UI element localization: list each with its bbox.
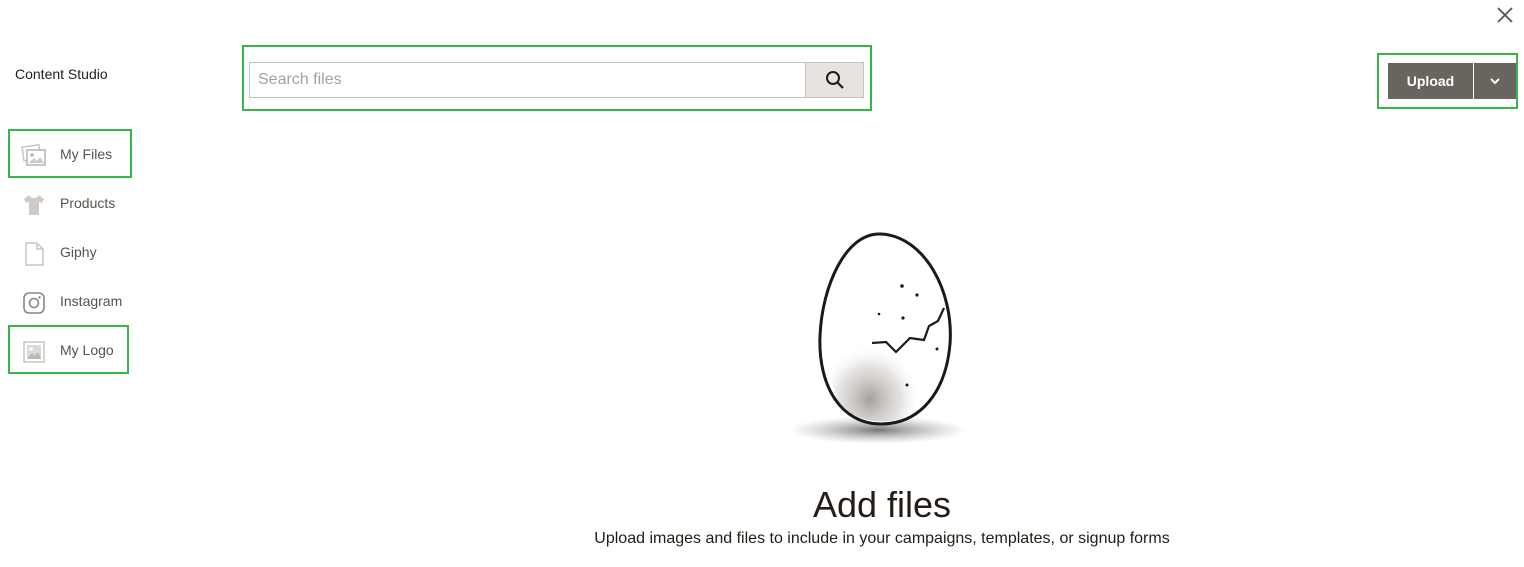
- sidebar-item-label: My Files: [60, 145, 113, 162]
- document-icon: [21, 241, 47, 267]
- search-bar: [242, 45, 872, 111]
- tshirt-icon: [21, 192, 47, 218]
- search-button[interactable]: [805, 62, 864, 98]
- upload-button[interactable]: Upload: [1388, 63, 1473, 99]
- logo-image-icon: [21, 339, 47, 365]
- upload-button-group: Upload: [1377, 53, 1518, 109]
- sidebar-item-my-files[interactable]: My Files: [8, 129, 132, 178]
- empty-state-subtitle: Upload images and files to include in yo…: [594, 530, 1170, 547]
- images-icon: [21, 143, 47, 169]
- sidebar-nav: My Files Products Giphy Instagram My Log…: [8, 129, 148, 374]
- sidebar-item-label: Products: [60, 194, 116, 211]
- sidebar-item-label: Giphy: [60, 243, 97, 260]
- sidebar-item-label: Instagram: [60, 292, 123, 309]
- app-title: Content Studio: [15, 66, 108, 82]
- upload-dropdown-button[interactable]: [1474, 63, 1516, 99]
- sidebar-item-my-logo[interactable]: My Logo: [8, 325, 129, 374]
- content-studio-page: Content Studio My Files Products Giphy I…: [0, 0, 1524, 567]
- cracked-egg-illustration: [788, 232, 968, 444]
- sidebar-item-label: My Logo: [60, 341, 114, 358]
- sidebar-item-giphy[interactable]: Giphy: [8, 227, 148, 276]
- sidebar-item-products[interactable]: Products: [8, 178, 148, 227]
- chevron-down-icon: [1490, 78, 1500, 85]
- sidebar-item-instagram[interactable]: Instagram: [8, 276, 148, 325]
- empty-state-title: Add files: [812, 484, 952, 525]
- close-icon[interactable]: [1494, 4, 1516, 26]
- search-input[interactable]: [249, 62, 805, 98]
- instagram-icon: [21, 290, 47, 316]
- search-icon: [825, 71, 844, 89]
